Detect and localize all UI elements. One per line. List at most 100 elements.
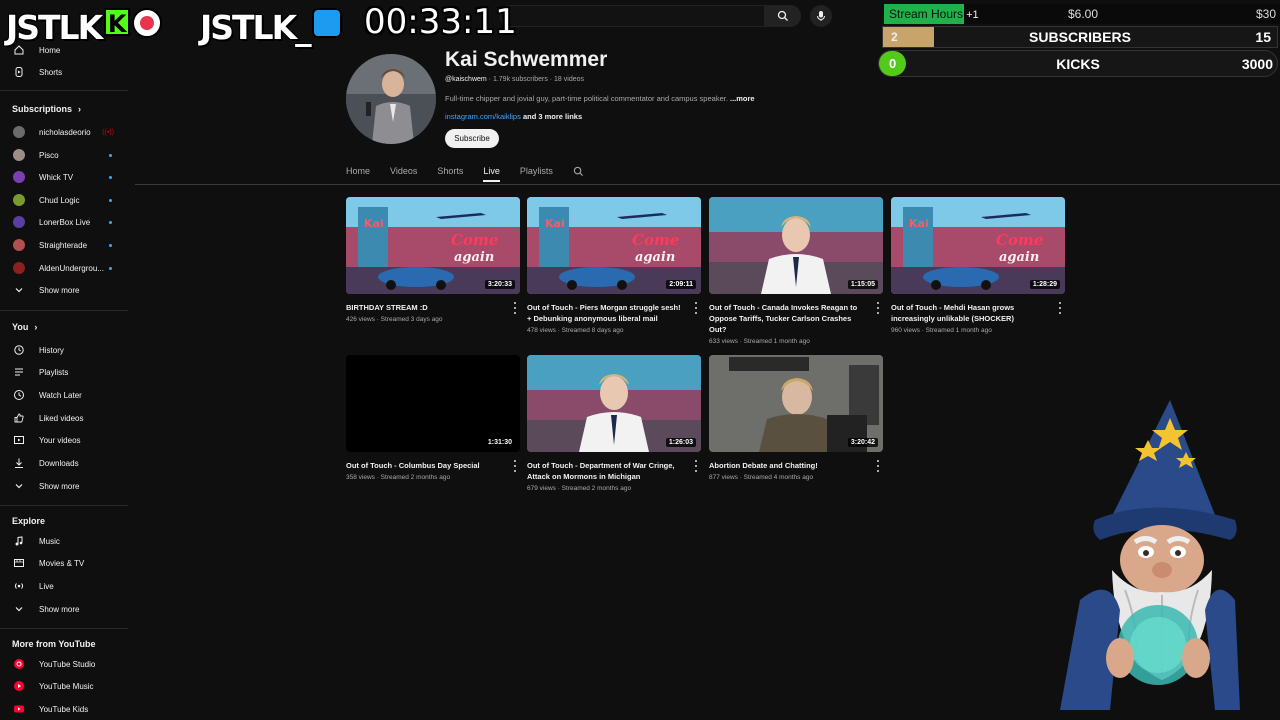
tab-live[interactable]: Live bbox=[483, 160, 500, 182]
more-heading-label: More from YouTube bbox=[12, 639, 96, 649]
sidebar-item-youtube-music[interactable]: YouTube Music bbox=[0, 676, 130, 696]
search-button[interactable] bbox=[765, 5, 801, 27]
avatar bbox=[13, 149, 25, 161]
svg-text:again: again bbox=[999, 250, 1039, 265]
chevron-down-icon bbox=[12, 283, 26, 297]
chevron-right-icon: › bbox=[34, 322, 38, 332]
video-card[interactable]: 3:20:42 Abortion Debate and Chatting! 877 … bbox=[709, 355, 883, 481]
sidebar-item-subscription[interactable]: nicholasdeorio ((•)) bbox=[0, 122, 130, 142]
sidebar-item-label: YouTube Music bbox=[39, 681, 94, 691]
video-thumbnail[interactable]: Kai Come again 1:28:29 bbox=[891, 197, 1065, 294]
explore-heading: Explore bbox=[12, 516, 45, 526]
video-thumbnail[interactable]: 1:15:05 bbox=[709, 197, 883, 294]
video-duration: 2:09:11 bbox=[666, 280, 696, 289]
video-duration: 3:20:33 bbox=[484, 280, 515, 289]
channel-description-text: Full-time chipper and jovial guy, part-t… bbox=[445, 94, 728, 103]
channel-avatar[interactable] bbox=[346, 54, 436, 144]
video-card[interactable]: 1:15:05 Out of Touch - Canada Invokes Rea… bbox=[709, 197, 883, 345]
tab-search[interactable] bbox=[573, 160, 584, 182]
video-title[interactable]: Out of Touch - Piers Morgan struggle ses… bbox=[527, 302, 687, 324]
show-more-button[interactable]: Show more bbox=[0, 599, 130, 619]
video-title[interactable]: Out of Touch - Canada Invokes Reagan to … bbox=[709, 302, 869, 335]
sidebar-item-label: LonerBox Live bbox=[39, 217, 91, 227]
video-title[interactable]: Out of Touch - Department of War Cringe,… bbox=[527, 460, 687, 482]
voice-search-button[interactable] bbox=[810, 5, 832, 27]
more-links[interactable]: and 3 more links bbox=[521, 112, 582, 121]
sidebar-item-subscription[interactable]: AldenUndergrou... bbox=[0, 258, 130, 278]
subscriptions-heading[interactable]: Subscriptions › bbox=[12, 104, 81, 114]
show-more-label: Show more bbox=[39, 604, 80, 614]
channel-description[interactable]: Full-time chipper and jovial guy, part-t… bbox=[445, 94, 755, 103]
show-more-button[interactable]: Show more bbox=[0, 476, 130, 496]
sidebar-item-youtube-kids[interactable]: YouTube Kids bbox=[0, 699, 130, 719]
sidebar-item-subscription[interactable]: Chud Logic bbox=[0, 190, 130, 210]
show-more-button[interactable]: Show more bbox=[0, 280, 130, 300]
sidebar-item-subscription[interactable]: Straighterade bbox=[0, 235, 130, 255]
video-meta: 960 views · Streamed 1 month ago bbox=[891, 327, 992, 334]
video-thumbnail[interactable]: Kai Come again 2:09:11 bbox=[527, 197, 701, 294]
search-icon bbox=[777, 10, 788, 21]
video-meta: 478 views · Streamed 8 days ago bbox=[527, 327, 624, 334]
video-card[interactable]: 1:31:30 Out of Touch - Columbus Day Speci… bbox=[346, 355, 520, 481]
tab-home[interactable]: Home bbox=[346, 160, 370, 182]
svg-text:again: again bbox=[635, 250, 675, 265]
video-meta: 877 views · Streamed 4 months ago bbox=[709, 474, 814, 481]
sidebar-item-shorts[interactable]: Shorts bbox=[0, 62, 130, 82]
video-meta: 633 views · Streamed 1 month ago bbox=[709, 338, 810, 345]
more-options-icon[interactable] bbox=[512, 302, 518, 314]
subscriptions-heading-label: Subscriptions bbox=[12, 104, 73, 114]
channel-name: Kai Schwemmer bbox=[445, 48, 608, 71]
kick-logo-icon: K bbox=[104, 8, 131, 38]
chevron-right-icon: › bbox=[78, 104, 82, 114]
sidebar-item-music[interactable]: Music bbox=[0, 531, 130, 551]
you-heading[interactable]: You › bbox=[12, 322, 37, 332]
tab-videos[interactable]: Videos bbox=[390, 160, 417, 182]
sidebar-item-movies-tv[interactable]: Movies & TV bbox=[0, 553, 130, 573]
sidebar-item-playlists[interactable]: Playlists bbox=[0, 362, 130, 382]
video-title[interactable]: Abortion Debate and Chatting! bbox=[709, 460, 869, 471]
search-input[interactable] bbox=[500, 5, 765, 27]
svg-text:Kai: Kai bbox=[364, 217, 384, 230]
more-options-icon[interactable] bbox=[693, 460, 699, 472]
channel-link[interactable]: instagram.com/kaiklips bbox=[445, 112, 521, 121]
video-card[interactable]: Kai Come again 1:28:29 Out of Touch - Meh… bbox=[891, 197, 1065, 334]
sidebar-item-subscription[interactable]: Pisco bbox=[0, 145, 130, 165]
video-thumbnail[interactable]: 1:26:03 bbox=[527, 355, 701, 452]
sidebar-item-history[interactable]: History bbox=[0, 340, 130, 360]
video-thumbnail[interactable]: Kai Come again 3:20:33 bbox=[346, 197, 520, 294]
video-title[interactable]: Out of Touch - Columbus Day Special bbox=[346, 460, 506, 471]
more-options-icon[interactable] bbox=[512, 460, 518, 472]
video-thumbnail[interactable]: 3:20:42 bbox=[709, 355, 883, 452]
description-more-link[interactable]: ...more bbox=[730, 94, 755, 103]
sidebar-item-liked-videos[interactable]: Liked videos bbox=[0, 408, 130, 428]
video-card[interactable]: Kai Come again 2:09:11 Out of Touch - Pie… bbox=[527, 197, 701, 334]
svg-text:Kai: Kai bbox=[909, 217, 929, 230]
kicks-goal: 0 KICKS 3000 bbox=[878, 50, 1278, 77]
sidebar-item-label: YouTube Studio bbox=[39, 659, 96, 669]
more-options-icon[interactable] bbox=[693, 302, 699, 314]
channel-handle: @kaischwem bbox=[445, 76, 487, 83]
tab-playlists[interactable]: Playlists bbox=[520, 160, 553, 182]
video-card[interactable]: Kai Come again 3:20:33 BIRTHDAY STREAM :D… bbox=[346, 197, 520, 323]
sidebar-item-your-videos[interactable]: Your videos bbox=[0, 430, 130, 450]
sidebar-item-live[interactable]: Live bbox=[0, 576, 130, 596]
sidebar-item-downloads[interactable]: Downloads bbox=[0, 453, 130, 473]
video-thumbnail[interactable]: 1:31:30 bbox=[346, 355, 520, 452]
more-options-icon[interactable] bbox=[875, 302, 881, 314]
new-content-dot bbox=[109, 266, 112, 270]
sidebar-item-subscription[interactable]: LonerBox Live bbox=[0, 212, 130, 232]
new-content-dot bbox=[109, 220, 112, 224]
sidebar-item-watch-later[interactable]: Watch Later bbox=[0, 385, 130, 405]
tab-shorts[interactable]: Shorts bbox=[437, 160, 463, 182]
video-title[interactable]: BIRTHDAY STREAM :D bbox=[346, 302, 506, 313]
video-card[interactable]: 1:26:03 Out of Touch - Department of War … bbox=[527, 355, 701, 492]
record-icon bbox=[132, 8, 163, 38]
more-options-icon[interactable] bbox=[1057, 302, 1063, 314]
video-title[interactable]: Out of Touch - Mehdi Hasan grows increas… bbox=[891, 302, 1051, 324]
sidebar-item-subscription[interactable]: Whick TV bbox=[0, 167, 130, 187]
sidebar-item-youtube-studio[interactable]: YouTube Studio bbox=[0, 654, 130, 674]
more-from-youtube-heading: More from YouTube bbox=[12, 639, 96, 649]
more-options-icon[interactable] bbox=[875, 460, 881, 472]
sidebar-item-label: Watch Later bbox=[39, 390, 82, 400]
subscribe-button[interactable]: Subscribe bbox=[445, 129, 499, 148]
